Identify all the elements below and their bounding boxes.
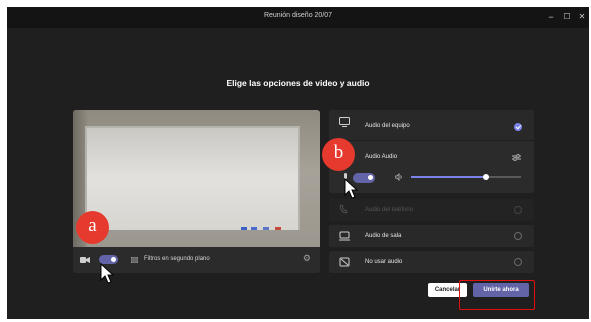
audio-option-label: Audio de sala [365, 233, 402, 239]
background-filters-button[interactable]: Filtros en segundo plano [144, 256, 210, 262]
radio-button[interactable] [514, 258, 522, 266]
marker-blue [241, 227, 247, 230]
computer-icon [339, 117, 350, 127]
volume-fill [411, 176, 486, 178]
highlight-box [459, 280, 535, 310]
video-preview: Filtros en segundo plano ⚙ [73, 110, 320, 273]
whiteboard-image [85, 126, 300, 232]
radio-button[interactable] [514, 206, 522, 214]
phone-icon [339, 204, 348, 214]
marker-blue-2 [251, 227, 257, 230]
close-button[interactable]: ✕ [575, 10, 589, 24]
minimize-button[interactable]: − [544, 10, 558, 24]
audio-option-label: Audio del equipo [365, 123, 410, 129]
radio-button[interactable] [514, 232, 522, 240]
whiteboard-tray [85, 230, 300, 234]
marker-blue-3 [263, 227, 269, 230]
audio-option-none[interactable]: No usar audio [329, 251, 534, 273]
sliders-icon[interactable] [512, 154, 521, 161]
audio-device-settings: Audio Audio [329, 141, 534, 193]
audio-option-label: No usar audio [365, 259, 403, 265]
background-filters-icon [131, 257, 138, 263]
speaker-icon [395, 173, 402, 181]
marker-red [275, 227, 281, 230]
speaker-volume-slider[interactable] [411, 174, 521, 180]
meeting-prejoin-window: Reunión diseño 20/07 − ☐ ✕ Elige las opc… [7, 7, 589, 319]
title-bar: Reunión diseño 20/07 − ☐ ✕ [7, 7, 589, 28]
mouse-cursor-icon [344, 178, 358, 199]
camera-icon [80, 257, 90, 263]
mouse-cursor-icon [100, 263, 114, 284]
maximize-button[interactable]: ☐ [560, 10, 574, 24]
window-title: Reunión diseño 20/07 [263, 12, 333, 19]
no-audio-icon [339, 257, 350, 267]
audio-option-phone[interactable]: Audio del teléfono [329, 199, 534, 221]
selected-radio[interactable] [514, 123, 522, 131]
audio-options-panel: Audio del equipo Audio Audio Audio del t… [329, 110, 534, 276]
annotation-marker-b: b [322, 138, 355, 171]
page-title: Elige las opciones de video y audio [226, 78, 370, 88]
audio-device-label: Audio Audio [365, 154, 398, 160]
audio-option-label: Audio del teléfono [365, 207, 414, 213]
room-icon [339, 231, 350, 241]
gear-icon[interactable]: ⚙ [303, 253, 311, 264]
volume-knob[interactable] [482, 174, 489, 180]
audio-option-computer[interactable]: Audio del equipo [329, 110, 534, 140]
camera-feed [73, 110, 320, 247]
annotation-marker-a: a [76, 211, 109, 244]
audio-option-room[interactable]: Audio de sala [329, 225, 534, 247]
